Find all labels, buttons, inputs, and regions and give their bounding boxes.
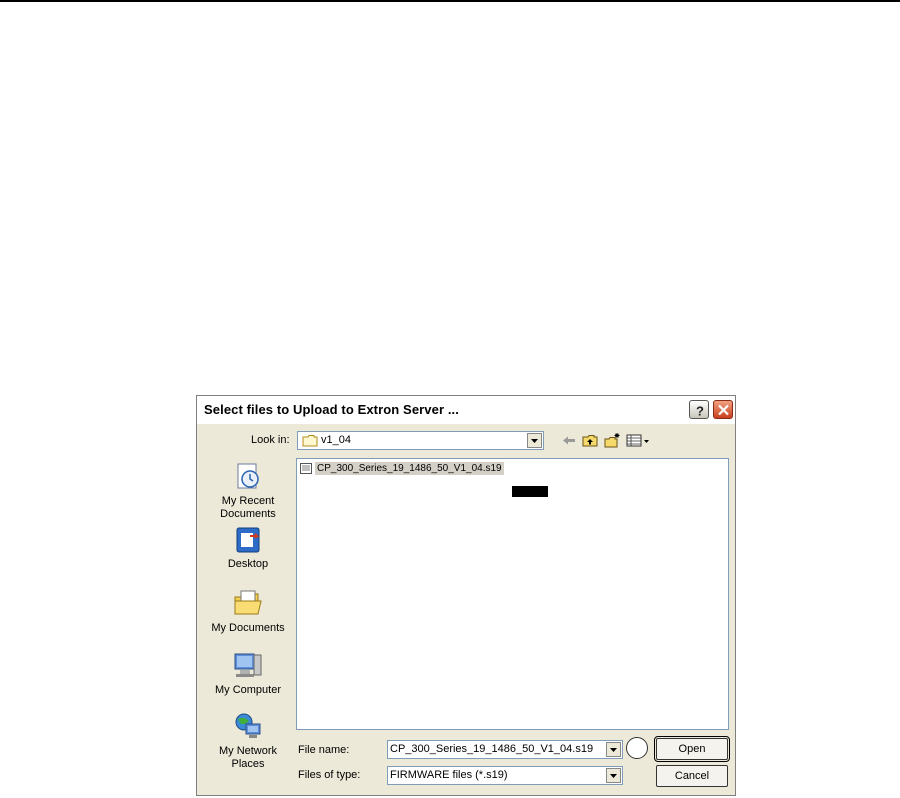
place-label-line2: Documents — [220, 508, 276, 520]
desktop-icon — [236, 527, 260, 553]
back-button[interactable] — [560, 432, 578, 449]
s19-file-icon — [300, 463, 312, 474]
file-list[interactable]: CP_300_Series_19_1486_50_V1_04.s19 — [296, 458, 729, 730]
look-in-label: Look in: — [251, 434, 290, 446]
file-type-value: FIRMWARE files (*.s19) — [390, 769, 508, 781]
place-label-line1: Desktop — [227, 558, 269, 570]
close-button[interactable] — [713, 400, 733, 419]
back-arrow-icon — [563, 436, 575, 445]
file-name-dropdown-arrow[interactable] — [606, 742, 621, 757]
view-menu-icon — [626, 434, 649, 447]
place-desktop[interactable]: Desktop — [202, 525, 294, 571]
view-menu-button[interactable] — [625, 432, 651, 449]
place-my-computer[interactable]: My Computer — [202, 649, 294, 697]
network-places-icon — [235, 713, 261, 738]
place-label-line1: My Documents — [211, 622, 285, 634]
place-label-line1: My Recent — [221, 495, 275, 507]
callout-circle — [626, 737, 648, 759]
look-in-dropdown[interactable]: v1_04 — [297, 431, 544, 450]
open-button[interactable]: Open — [654, 736, 730, 762]
place-label-line2: Places — [231, 758, 265, 770]
file-type-label: Files of type: — [298, 769, 361, 781]
recent-documents-icon — [237, 463, 259, 489]
look-in-value: v1_04 — [321, 434, 351, 446]
chevron-down-icon — [610, 748, 617, 752]
file-open-dialog: Select files to Upload to Extron Server … — [196, 395, 736, 796]
new-folder-button[interactable] — [603, 432, 621, 449]
place-label-line1: My Network — [218, 745, 278, 757]
chevron-down-icon — [610, 774, 617, 778]
file-type-select[interactable]: FIRMWARE files (*.s19) — [387, 766, 623, 785]
my-computer-icon — [234, 653, 262, 677]
place-label-line1: My Computer — [214, 684, 282, 696]
close-x-icon — [718, 404, 729, 416]
svg-text:?: ? — [696, 404, 704, 419]
place-my-network-places[interactable]: My Network Places — [202, 710, 294, 771]
look-in-dropdown-arrow[interactable] — [527, 433, 542, 448]
place-my-documents[interactable]: My Documents — [202, 587, 294, 635]
up-one-level-button[interactable] — [581, 432, 599, 449]
dialog-titlebar: Select files to Upload to Extron Server … — [197, 396, 735, 424]
chevron-down-icon — [531, 439, 538, 443]
file-name-input[interactable]: CP_300_Series_19_1486_50_V1_04.s19 — [387, 740, 623, 759]
places-bar: My Recent Documents Desktop My Documents — [202, 458, 294, 773]
place-my-recent-documents[interactable]: My Recent Documents — [202, 460, 294, 521]
folder-icon — [302, 435, 318, 447]
file-name-value: CP_300_Series_19_1486_50_V1_04.s19 — [390, 743, 594, 755]
new-folder-icon — [604, 433, 620, 448]
dialog-title: Select files to Upload to Extron Server … — [204, 402, 459, 417]
page-top-rule — [0, 0, 900, 2]
up-folder-icon — [582, 435, 598, 447]
question-mark-icon: ? — [696, 404, 704, 419]
file-name-text: CP_300_Series_19_1486_50_V1_04.s19 — [315, 462, 504, 475]
file-type-dropdown-arrow[interactable] — [606, 768, 621, 783]
redaction-block — [512, 486, 548, 497]
my-documents-icon — [234, 590, 262, 615]
help-button[interactable]: ? — [689, 400, 709, 419]
file-name-label: File name: — [298, 744, 350, 756]
cancel-button[interactable]: Cancel — [656, 765, 728, 787]
